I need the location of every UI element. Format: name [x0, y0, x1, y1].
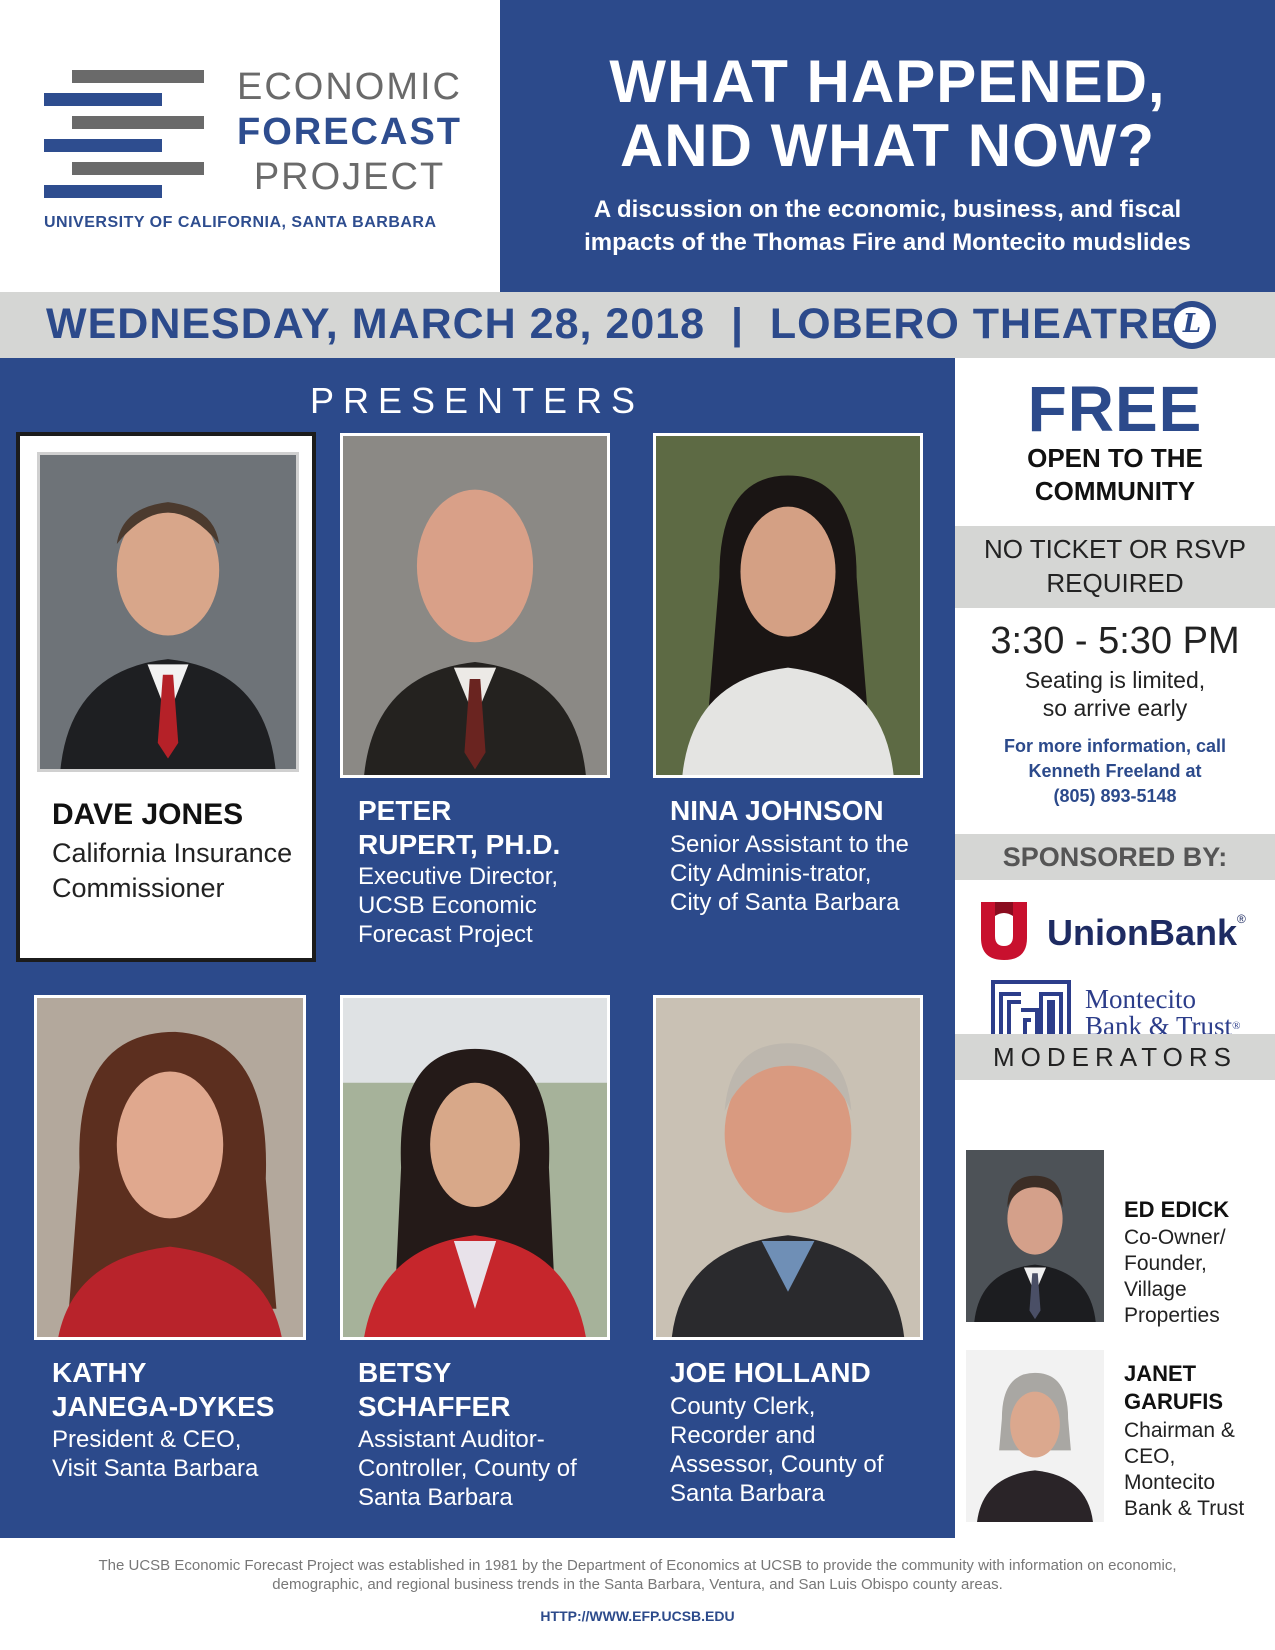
unionbank-registered-mark: ® — [1237, 912, 1246, 926]
no-ticket-line-2: REQUIRED — [1046, 568, 1184, 598]
presenter-title-dave-jones: California Insurance Commissioner — [52, 838, 293, 903]
presenter-name-peter-rupert: PETER RUPERT, PH.D. — [358, 794, 560, 862]
efp-logo-wordmark: ECONOMIC FORECAST PROJECT — [222, 64, 477, 200]
moderator-name-line-2: GARUFIS — [1124, 1389, 1223, 1414]
presenter-name-line-2: JANEGA-DYKES — [52, 1391, 275, 1422]
open-line-2: COMMUNITY — [1034, 476, 1196, 506]
presenter-title-betsy-schaffer: Assistant Auditor-Controller, County of … — [358, 1426, 577, 1511]
unionbank-logo: UnionBank® — [969, 898, 1269, 964]
moderator-photo-ed-edick — [966, 1150, 1104, 1322]
footer-about-text: The UCSB Economic Forecast Project was e… — [98, 1557, 1177, 1593]
presenter-title-kathy-janega-dykes: President & CEO, Visit Santa Barbara — [52, 1426, 259, 1482]
header-headline-panel: WHAT HAPPENED, AND WHAT NOW? A discussio… — [500, 0, 1275, 292]
open-to-community: OPEN TO THE COMMUNITY — [955, 442, 1275, 508]
presenter-name-nina-johnson: NINA JOHNSON — [670, 795, 884, 826]
free-label: FREE — [1027, 373, 1203, 445]
presenter-name-kathy-janega-dykes: KATHY JANEGA-DYKES — [52, 1356, 274, 1424]
presenter-name-joe-holland: JOE HOLLAND — [670, 1357, 871, 1388]
presenter-title-joe-holland: County Clerk, Recorder and Assessor, Cou… — [670, 1393, 884, 1507]
presenters-title: PRESENTERS — [310, 380, 645, 421]
contact-info: For more information, call Kenneth Freel… — [955, 734, 1275, 809]
moderator-name-janet-garufis: JANET GARUFIS — [1124, 1360, 1223, 1416]
montecito-wordmark-line-1: Montecito — [1085, 984, 1196, 1014]
presenter-photo-kathy-janega-dykes — [34, 995, 306, 1340]
presenter-name-line-1: PETER — [358, 795, 452, 826]
unionbank-wordmark: UnionBank — [1047, 912, 1238, 953]
lobero-theatre-logo-icon: L — [1168, 301, 1216, 349]
presenter-name-line-2: SCHAFFER — [358, 1391, 511, 1422]
logo-line-forecast: FORECAST — [237, 111, 462, 153]
moderators-banner: MODERATORS — [955, 1034, 1275, 1080]
efp-logo-bars-icon — [44, 70, 204, 200]
moderator-title-janet-garufis: Chairman & CEO, Montecito Bank & Trust — [1124, 1419, 1245, 1520]
presenter-photo-joe-holland — [653, 995, 923, 1340]
presenter-photo-peter-rupert — [340, 433, 610, 778]
moderator-name-line-1: JANET — [1124, 1361, 1197, 1386]
date-venue-bar: WEDNESDAY, MARCH 28, 2018 | LOBERO THEAT… — [0, 292, 1275, 358]
moderator-title-ed-edick: Co-Owner/ Founder, Village Properties — [1124, 1226, 1226, 1327]
logo-university: UNIVERSITY OF CALIFORNIA, SANTA BARBARA — [44, 214, 437, 231]
headline-line-2: AND WHAT NOW? — [619, 112, 1156, 179]
headline-line-1: WHAT HAPPENED, — [609, 48, 1166, 115]
presenter-name-betsy-schaffer: BETSY SCHAFFER — [358, 1356, 510, 1424]
moderator-photo-janet-garufis — [966, 1350, 1104, 1522]
presenter-photo-nina-johnson — [653, 433, 923, 778]
presenter-name-line-2: RUPERT, PH.D. — [358, 829, 561, 860]
sponsored-by-banner: SPONSORED BY: — [955, 834, 1275, 880]
subtitle-line-2: impacts of the Thomas Fire and Montecito… — [584, 229, 1191, 256]
unionbank-u-icon — [981, 902, 1027, 960]
footer-website-link[interactable]: HTTP://WWW.EFP.UCSB.EDU — [0, 1608, 1275, 1624]
no-ticket-line-1: NO TICKET OR RSVP — [984, 534, 1246, 564]
headline: WHAT HAPPENED, AND WHAT NOW? — [500, 50, 1275, 178]
presenter-name-line-1: KATHY — [52, 1357, 147, 1388]
contact-phone: (805) 893-5148 — [1053, 786, 1177, 806]
moderator-name-ed-edick: ED EDICK — [1124, 1197, 1230, 1222]
presenter-title-peter-rupert: Executive Director, UCSB Economic Foreca… — [358, 863, 559, 948]
montecito-registered-mark: ® — [1232, 1020, 1241, 1032]
open-line-1: OPEN TO THE — [1027, 443, 1203, 473]
logo-line-economic: ECONOMIC — [237, 66, 462, 108]
lobero-logo-letter: L — [1182, 309, 1202, 339]
presenter-photo-dave-jones — [37, 452, 299, 772]
presenter-name-dave-jones: DAVE JONES — [52, 798, 244, 831]
presenter-name-line-1: BETSY — [358, 1357, 452, 1388]
seating-line-1: Seating is limited, — [1024, 667, 1206, 693]
headline-subtitle: A discussion on the economic, business, … — [530, 193, 1245, 259]
contact-line-2: Kenneth Freeland at — [1028, 761, 1202, 781]
event-time: 3:30 - 5:30 PM — [990, 620, 1240, 662]
no-ticket-banner: NO TICKET OR RSVP REQUIRED — [955, 526, 1275, 608]
subtitle-line-1: A discussion on the economic, business, … — [593, 196, 1182, 223]
seating-line-2: so arrive early — [1042, 695, 1188, 721]
header-logo-panel: ECONOMIC FORECAST PROJECT UNIVERSITY OF … — [0, 0, 500, 292]
logo-line-project: PROJECT — [253, 156, 446, 198]
presenter-photo-betsy-schaffer — [340, 995, 610, 1340]
presenter-title-nina-johnson: Senior Assistant to the City Adminis-tra… — [670, 831, 909, 916]
contact-line-1: For more information, call — [1003, 736, 1227, 756]
date-venue-text: WEDNESDAY, MARCH 28, 2018 | LOBERO THEAT… — [46, 300, 1180, 348]
seating-note: Seating is limited, so arrive early — [955, 666, 1275, 722]
